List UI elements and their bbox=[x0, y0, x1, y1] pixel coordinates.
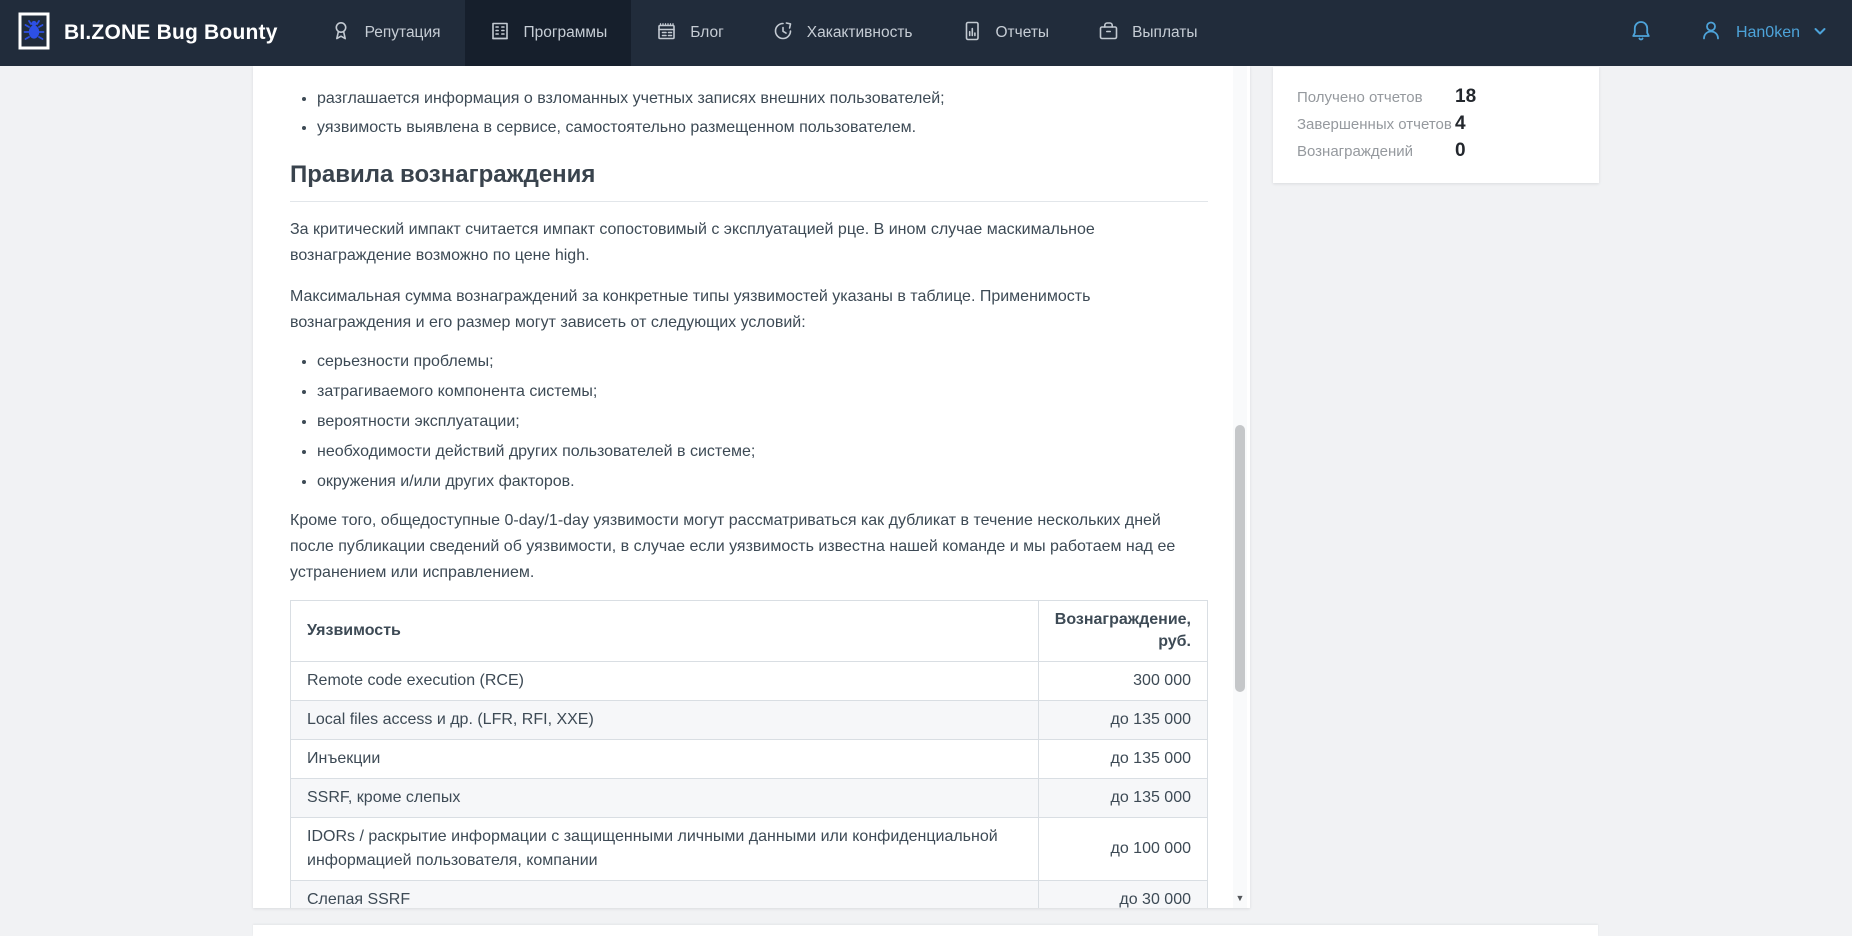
table-row: IDORs / раскрытие информации с защищенны… bbox=[291, 818, 1208, 881]
stat-value: 0 bbox=[1455, 140, 1466, 162]
next-section-card-edge bbox=[253, 925, 1598, 936]
vulnerability-name: Remote code execution (RCE) bbox=[291, 662, 1039, 701]
bell-icon bbox=[1628, 17, 1654, 50]
table-header-row: Уязвимость Вознаграждение, руб. bbox=[291, 601, 1208, 662]
reward-amount: 300 000 bbox=[1038, 662, 1207, 701]
reward-amount: до 135 000 bbox=[1038, 779, 1207, 818]
scrollbar-thumb[interactable] bbox=[1235, 425, 1245, 692]
reward-amount: до 135 000 bbox=[1038, 701, 1207, 740]
paragraph-max-rewards: Максимальная сумма вознаграждений за кон… bbox=[290, 284, 1135, 336]
nav-item-blog[interactable]: Блог bbox=[631, 0, 748, 66]
nav-item-label: Отчеты bbox=[996, 24, 1050, 42]
conditions-bullet-list: серьезности проблемы; затрагиваемого ком… bbox=[290, 348, 1208, 496]
table-row: Remote code execution (RCE) 300 000 bbox=[291, 662, 1208, 701]
paragraph-critical-impact: За критический импакт считается импакт с… bbox=[290, 217, 1135, 269]
nav-item-programs[interactable]: Программы bbox=[465, 0, 632, 66]
nav-item-label: Программы bbox=[524, 24, 608, 42]
building-icon bbox=[489, 19, 511, 48]
report-icon bbox=[961, 19, 983, 48]
stat-label: Вознаграждений bbox=[1297, 141, 1455, 162]
table-row: SSRF, кроме слепых до 135 000 bbox=[291, 779, 1208, 818]
bullet-item: серьезности проблемы; bbox=[317, 348, 1208, 376]
reward-amount: до 100 000 bbox=[1038, 818, 1207, 881]
stat-row-rewards: Вознаграждений 0 bbox=[1297, 140, 1575, 162]
program-description-panel: разглашается информация о взломанных уче… bbox=[253, 66, 1250, 908]
nav-item-hackactivity[interactable]: Хакактивность bbox=[748, 0, 937, 66]
vulnerability-name: Инъекции bbox=[291, 740, 1039, 779]
vulnerability-name: Слепая SSRF bbox=[291, 881, 1039, 909]
column-header-vulnerability: Уязвимость bbox=[291, 601, 1039, 662]
stat-label: Получено отчетов bbox=[1297, 87, 1455, 108]
stat-value: 4 bbox=[1455, 113, 1466, 135]
top-navbar: BI.ZONE Bug Bounty Репутация Программы bbox=[0, 0, 1852, 66]
nav-item-reputation[interactable]: Репутация bbox=[306, 0, 465, 66]
scrollbar-down-arrow[interactable]: ▼ bbox=[1233, 891, 1247, 905]
stat-value: 18 bbox=[1455, 86, 1476, 108]
stat-label: Завершенных отчетов bbox=[1297, 114, 1455, 135]
medal-icon bbox=[330, 19, 352, 48]
nav-item-payouts[interactable]: Выплаты bbox=[1073, 0, 1221, 66]
intro-bullet-list: разглашается информация о взломанных уче… bbox=[290, 86, 1208, 141]
briefcase-icon bbox=[1097, 19, 1119, 48]
rewards-table: Уязвимость Вознаграждение, руб. Remote c… bbox=[290, 600, 1208, 908]
chevron-down-icon bbox=[1812, 23, 1828, 44]
nav-item-label: Выплаты bbox=[1132, 24, 1197, 42]
vulnerability-name: SSRF, кроме слепых bbox=[291, 779, 1039, 818]
brand-logo[interactable]: BI.ZONE Bug Bounty bbox=[0, 0, 306, 66]
rewards-section-heading: Правила вознаграждения bbox=[290, 161, 1208, 202]
bullet-item: необходимости действий других пользовате… bbox=[317, 438, 1208, 466]
column-header-reward: Вознаграждение, руб. bbox=[1038, 601, 1207, 662]
brand-title: BI.ZONE Bug Bounty bbox=[64, 21, 278, 45]
panel-scrollbar[interactable]: ▼ bbox=[1233, 66, 1247, 908]
stat-row-reports-completed: Завершенных отчетов 4 bbox=[1297, 113, 1575, 135]
paragraph-0day-duplicates: Кроме того, общедоступные 0-day/1-day уя… bbox=[290, 508, 1202, 586]
vulnerability-name: IDORs / раскрытие информации с защищенны… bbox=[291, 818, 1039, 881]
notifications-button[interactable] bbox=[1628, 17, 1654, 50]
stat-row-reports-received: Получено отчетов 18 bbox=[1297, 86, 1575, 108]
user-name: Han0ken bbox=[1736, 24, 1800, 42]
table-row: Слепая SSRF до 30 000 bbox=[291, 881, 1208, 909]
reward-amount: до 30 000 bbox=[1038, 881, 1207, 909]
table-row: Local files access и др. (LFR, RFI, XXE)… bbox=[291, 701, 1208, 740]
nav-item-label: Хакактивность bbox=[807, 24, 913, 42]
newspaper-icon bbox=[655, 19, 677, 48]
user-menu[interactable]: Han0ken bbox=[1698, 17, 1828, 50]
bullet-item: разглашается информация о взломанных уче… bbox=[317, 86, 1208, 112]
vulnerability-name: Local files access и др. (LFR, RFI, XXE) bbox=[291, 701, 1039, 740]
program-stats-card: Получено отчетов 18 Завершенных отчетов … bbox=[1273, 67, 1599, 183]
bullet-item: вероятности эксплуатации; bbox=[317, 408, 1208, 436]
bullet-item: затрагиваемого компонента системы; bbox=[317, 378, 1208, 406]
table-row: Инъекции до 135 000 bbox=[291, 740, 1208, 779]
reward-amount: до 135 000 bbox=[1038, 740, 1207, 779]
nav-item-reports[interactable]: Отчеты bbox=[937, 0, 1074, 66]
navbar-right: Han0ken bbox=[1628, 0, 1852, 66]
nav-item-label: Репутация bbox=[365, 24, 441, 42]
nav-item-label: Блог bbox=[690, 24, 724, 42]
bullet-item: окружения и/или других факторов. bbox=[317, 468, 1208, 496]
bug-logo-icon bbox=[18, 12, 50, 55]
person-icon bbox=[1698, 17, 1724, 50]
bullet-item: уязвимость выявлена в сервисе, самостоят… bbox=[317, 115, 1208, 141]
history-icon bbox=[772, 19, 794, 48]
